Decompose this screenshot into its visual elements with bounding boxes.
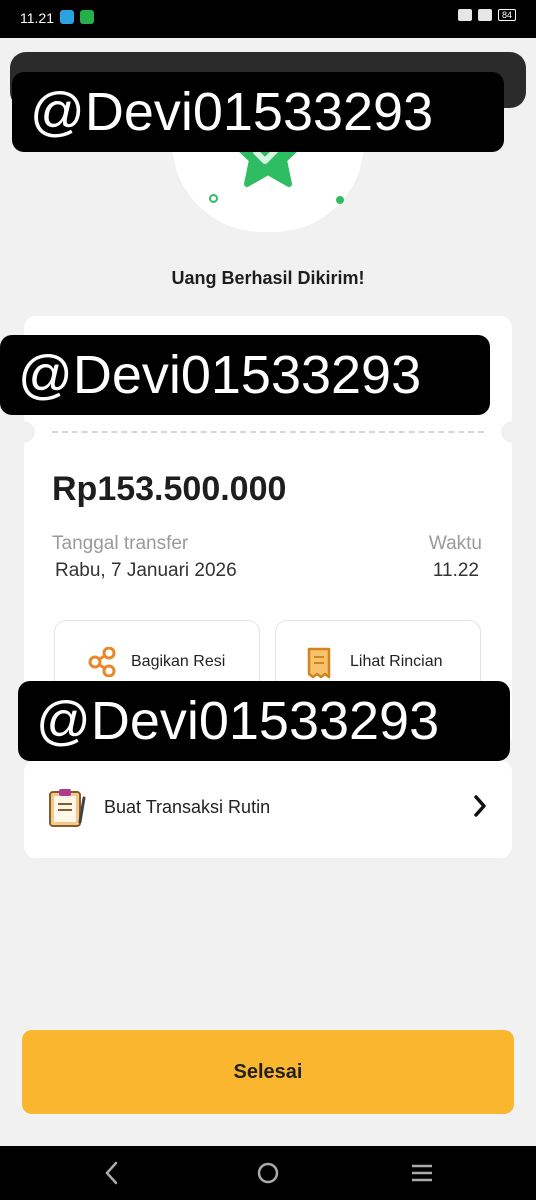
watermark: @Devi01533293: [12, 72, 504, 152]
transfer-date-value: Rabu, 7 Januari 2026: [55, 560, 237, 581]
navigation-bar: [0, 1146, 536, 1200]
decor-dot: [336, 196, 344, 204]
done-button[interactable]: Selesai: [22, 1030, 514, 1114]
chevron-right-icon: [474, 795, 486, 817]
signal-icon: [477, 9, 492, 21]
status-icons: 84: [457, 9, 516, 21]
battery-icon: 84: [497, 9, 516, 21]
view-details-label: Lihat Rincian: [350, 653, 443, 670]
share-icon: [88, 647, 116, 677]
card-notch-right: [501, 421, 523, 443]
routine-transaction-row[interactable]: Buat Transaksi Rutin: [24, 760, 512, 858]
transfer-date-label: Tanggal transfer: [52, 533, 189, 554]
status-bar: 11.21 84: [0, 0, 536, 38]
watermark: @Devi01533293: [0, 335, 490, 415]
telegram-icon: [60, 10, 74, 24]
card-notch-left: [13, 421, 35, 443]
back-icon[interactable]: [104, 1160, 120, 1186]
success-title: Uang Berhasil Dikirim!: [171, 268, 365, 288]
receipt-icon: [307, 647, 331, 679]
app-notification-icon: [80, 10, 94, 24]
clipboard-icon: [49, 789, 86, 827]
receipt-divider: [52, 431, 484, 433]
status-time: 11.21: [20, 10, 54, 26]
watermark: @Devi01533293: [18, 681, 510, 761]
wifi-icon: [457, 9, 472, 21]
share-receipt-label: Bagikan Resi: [131, 653, 226, 670]
routine-transaction-label: Buat Transaksi Rutin: [104, 797, 271, 817]
transfer-amount: Rp153.500.000: [52, 470, 287, 508]
decor-dot: [209, 194, 218, 203]
recent-apps-icon[interactable]: [410, 1160, 434, 1186]
home-icon[interactable]: [256, 1160, 280, 1186]
transfer-time-value: 11.22: [432, 560, 479, 581]
transfer-time-label: Waktu: [428, 533, 482, 554]
